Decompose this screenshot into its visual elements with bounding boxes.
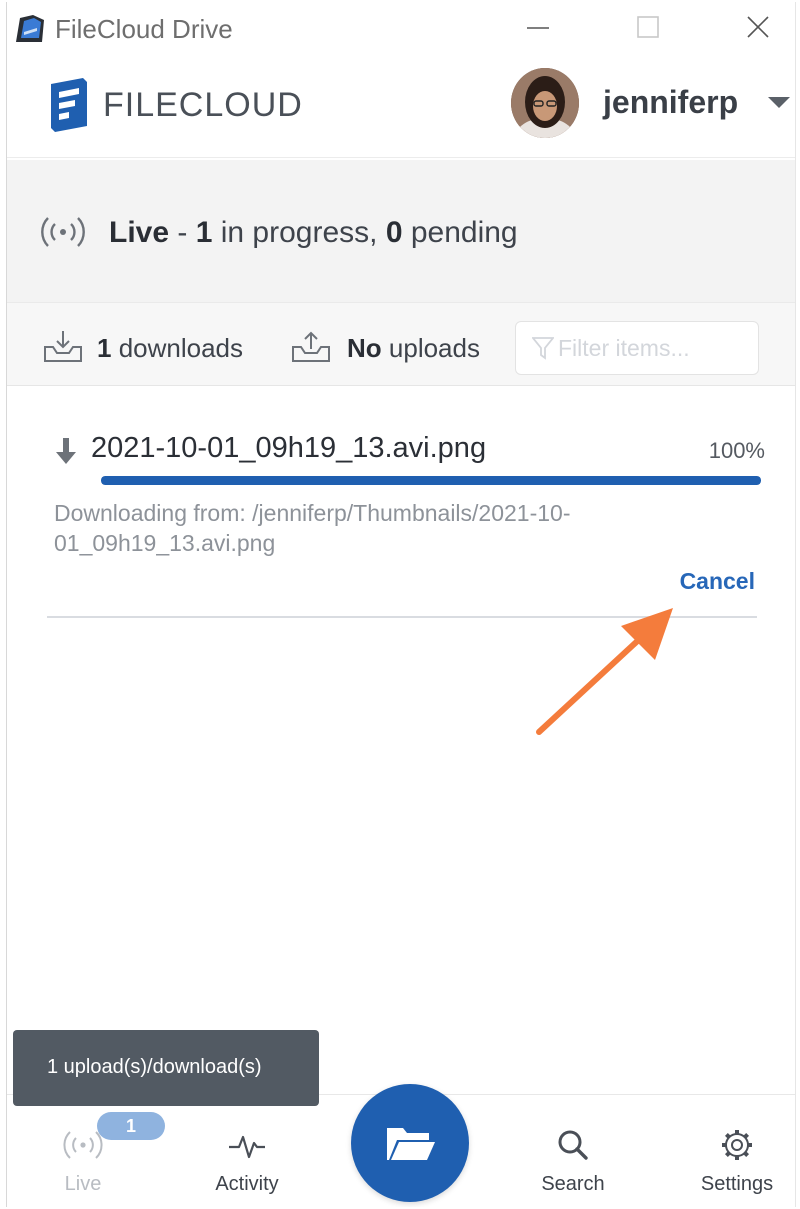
transfer-toast: 1 upload(s)/download(s) — [13, 1030, 319, 1106]
in-progress-text: in progress, — [212, 216, 386, 249]
magnifier-icon — [558, 1130, 588, 1160]
cancel-download-button[interactable]: Cancel — [680, 568, 755, 595]
pulse-icon — [229, 1135, 265, 1159]
annotation-arrow-icon — [536, 608, 673, 735]
uploads-summary[interactable]: No uploads — [347, 333, 480, 364]
download-source-path: Downloading from: /jenniferp/Thumbnails/… — [54, 500, 571, 556]
username[interactable]: jenniferp — [603, 84, 738, 121]
window-title: FileCloud Drive — [55, 14, 233, 44]
in-progress-count: 1 — [195, 216, 213, 249]
funnel-icon — [532, 337, 554, 360]
folder-open-icon — [387, 1128, 435, 1160]
filter-input[interactable] — [558, 330, 754, 366]
nav-settings[interactable]: Settings — [677, 1095, 795, 1207]
download-filename: 2021-10-01_09h19_13.avi.png — [91, 432, 487, 464]
live-status-text: Live - 1 in progress, 0 pending — [109, 216, 518, 250]
pending-count: 0 — [385, 216, 403, 249]
status-separator: - — [169, 216, 196, 249]
broadcast-icon — [41, 217, 85, 247]
uploads-text: uploads — [381, 333, 480, 363]
nav-search-label: Search — [541, 1173, 605, 1195]
uploads-count: No — [347, 333, 382, 363]
avatar[interactable] — [511, 68, 579, 138]
filter-box[interactable] — [515, 321, 759, 375]
gear-icon — [722, 1130, 752, 1160]
nav-search[interactable]: Search — [513, 1095, 633, 1207]
title-bar: FileCloud Drive — [7, 2, 795, 52]
nav-settings-label: Settings — [700, 1173, 774, 1195]
close-icon[interactable] — [735, 8, 781, 48]
downloads-count: 1 — [97, 333, 112, 363]
nav-activity-label: Activity — [215, 1173, 279, 1195]
download-progress-fill — [101, 476, 761, 485]
live-mode-label: Live — [109, 216, 170, 249]
transfer-summary-bar: 1 downloads No uploads — [7, 302, 795, 386]
minimize-icon[interactable] — [515, 8, 561, 48]
arrow-down-icon — [56, 438, 76, 464]
downloads-summary[interactable]: 1 downloads — [97, 333, 243, 364]
live-count-badge: 1 — [97, 1112, 165, 1140]
nav-activity[interactable]: Activity — [187, 1095, 307, 1207]
tray-upload-icon[interactable] — [291, 329, 331, 363]
download-item: 2021-10-01_09h19_13.avi.png 100% Downloa… — [47, 410, 765, 618]
filecloud-drive-window: FileCloud Drive FILECLOUD jenniferp Live… — [6, 2, 796, 1207]
chevron-down-icon[interactable] — [767, 96, 791, 110]
broadcast-icon — [63, 1131, 103, 1159]
tray-download-icon[interactable] — [43, 329, 83, 363]
app-header: FILECLOUD jenniferp — [7, 54, 795, 158]
live-status-panel: Live - 1 in progress, 0 pending — [7, 160, 795, 302]
files-button[interactable] — [351, 1084, 469, 1202]
download-percent: 100% — [708, 438, 765, 463]
download-progress-bar — [101, 476, 761, 485]
nav-live-label: Live — [64, 1173, 102, 1195]
filecloud-app-icon — [16, 15, 44, 42]
logo-text: FILECLOUD — [103, 86, 303, 124]
avatar-image — [511, 68, 579, 138]
maximize-icon[interactable] — [625, 8, 671, 48]
pending-text: pending — [402, 216, 518, 249]
filecloud-logo-icon — [51, 78, 87, 132]
downloads-text: downloads — [111, 333, 244, 363]
